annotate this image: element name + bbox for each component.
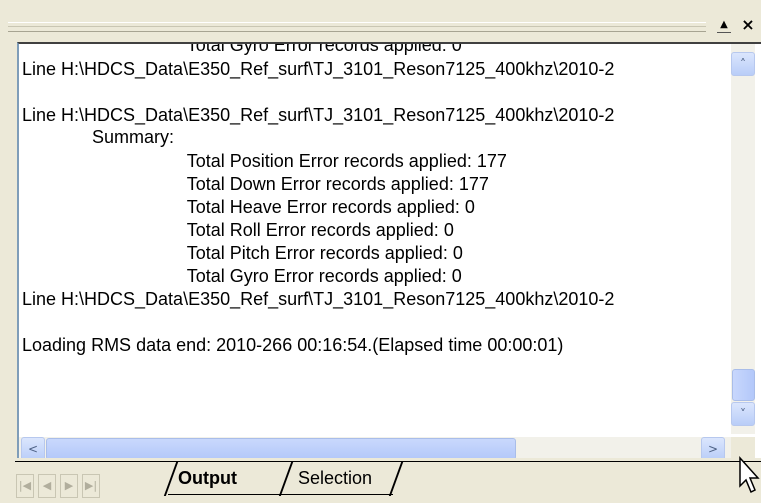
- output-pane: Total Gyro Error records applied: 0 Line…: [17, 42, 761, 460]
- next-tab-icon[interactable]: ▶: [60, 474, 78, 498]
- tab-divider: [278, 462, 294, 496]
- drag-grip[interactable]: [8, 22, 706, 32]
- output-line: Line H:\HDCS_Data\E350_Ref_surf\TJ_3101_…: [22, 59, 615, 79]
- tab-output[interactable]: Output: [178, 462, 237, 494]
- output-line: Total Heave Error records applied: 0: [22, 197, 475, 217]
- horizontal-scrollbar[interactable]: < >: [19, 437, 731, 460]
- tab-divider: [388, 462, 404, 496]
- scroll-right-icon[interactable]: >: [701, 437, 725, 460]
- first-tab-icon[interactable]: |◀: [16, 474, 34, 498]
- tab-selection[interactable]: Selection: [298, 462, 372, 494]
- scroll-down-icon[interactable]: ˅: [731, 402, 755, 426]
- panel-menu-button[interactable]: ▲: [716, 16, 732, 34]
- output-line: Total Gyro Error records applied: 0: [22, 44, 462, 55]
- output-line: Total Position Error records applied: 17…: [22, 151, 507, 171]
- close-icon[interactable]: ×: [740, 16, 756, 34]
- last-tab-icon[interactable]: ▶|: [82, 474, 100, 498]
- output-line: Total Down Error records applied: 177: [22, 174, 489, 194]
- vertical-scrollbar[interactable]: ˄ ˅: [731, 44, 755, 434]
- output-line: Total Pitch Error records applied: 0: [22, 243, 463, 263]
- scroll-up-icon[interactable]: ˄: [731, 52, 755, 76]
- output-line: Line H:\HDCS_Data\E350_Ref_surf\TJ_3101_…: [22, 105, 615, 125]
- output-line: Summary:: [22, 127, 175, 147]
- output-line: Line H:\HDCS_Data\E350_Ref_surf\TJ_3101_…: [22, 289, 615, 309]
- output-line: Total Gyro Error records applied: 0: [22, 266, 462, 286]
- output-line: Total Roll Error records applied: 0: [22, 220, 454, 240]
- horizontal-scroll-thumb[interactable]: [46, 438, 516, 460]
- mouse-cursor-icon: [739, 456, 760, 494]
- vertical-scroll-thumb[interactable]: [732, 369, 755, 401]
- output-text: Total Gyro Error records applied: 0 Line…: [22, 44, 727, 434]
- scroll-left-icon[interactable]: <: [21, 437, 45, 460]
- panel-titlebar: ▲ ×: [0, 0, 761, 42]
- output-line: Loading RMS data end: 2010-266 00:16:54.…: [22, 335, 564, 355]
- tab-strip: |◀ ◀ ▶ ▶| Output Selection: [0, 458, 761, 503]
- tab-divider: [163, 462, 179, 496]
- prev-tab-icon[interactable]: ◀: [38, 474, 56, 498]
- tab-baseline: [168, 494, 393, 495]
